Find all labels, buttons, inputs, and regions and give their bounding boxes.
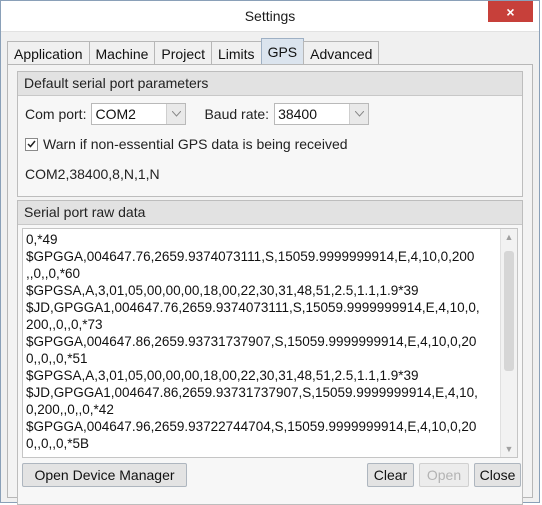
window-title: Settings bbox=[244, 8, 296, 24]
scroll-thumb[interactable] bbox=[504, 251, 514, 371]
raw-data-line: 0,,0,,0,*51 bbox=[26, 351, 88, 366]
raw-data-line: 200,,0,,0,*73 bbox=[26, 317, 103, 332]
raw-data-line: $JD,GPGGA1,004647.76,2659.9374073111,S,1… bbox=[26, 300, 480, 315]
baud-rate-value: 38400 bbox=[278, 106, 318, 122]
raw-data-line: 0,,0,,0,*5B bbox=[26, 436, 90, 451]
raw-data-line: ,,0,,0,*60 bbox=[26, 266, 81, 281]
baud-rate-label: Baud rate: bbox=[204, 106, 270, 122]
raw-data-group: Serial port raw data 0,*49 $GPGGA,004647.… bbox=[17, 200, 523, 505]
settings-window: Settings × Application Machine Project L… bbox=[0, 0, 540, 505]
raw-data-line: $GPGSA,A,3,01,05,00,00,00,18,00,22,30,31… bbox=[26, 283, 419, 298]
tab-advanced[interactable]: Advanced bbox=[303, 41, 380, 65]
raw-data-line: $GPGGA,004647.76,2659.9374073111,S,15059… bbox=[26, 249, 475, 264]
tab-application[interactable]: Application bbox=[7, 41, 90, 65]
com-port-select[interactable]: COM2 bbox=[91, 103, 187, 125]
scroll-up-icon[interactable]: ▲ bbox=[501, 229, 517, 245]
tab-gps[interactable]: GPS bbox=[260, 38, 305, 65]
raw-data-lines: 0,*49 $GPGGA,004647.76,2659.9374073111,S,… bbox=[26, 231, 499, 452]
chevron-down-icon bbox=[166, 104, 186, 124]
open-button[interactable]: Open bbox=[419, 463, 469, 487]
raw-data-line: 0,*49 bbox=[26, 232, 58, 247]
window-close-button[interactable]: × bbox=[488, 1, 533, 22]
raw-data-line: $JD,GPGGA1,004647.86,2659.93731737907,S,… bbox=[26, 385, 478, 400]
com-port-value: COM2 bbox=[95, 106, 136, 122]
raw-data-line: $GPGGA,004647.96,2659.93722744704,S,1505… bbox=[26, 419, 477, 434]
com-port-label: Com port: bbox=[25, 106, 87, 122]
raw-data-scrollbar[interactable]: ▲ ▼ bbox=[500, 229, 517, 457]
clear-button[interactable]: Clear bbox=[367, 463, 414, 487]
tab-limits[interactable]: Limits bbox=[211, 41, 262, 65]
title-bar: Settings × bbox=[1, 1, 539, 32]
tab-content-gps: Default serial port parameters Com port:… bbox=[7, 64, 533, 505]
warn-label: Warn if non-essential GPS data is being … bbox=[43, 136, 348, 152]
tab-machine[interactable]: Machine bbox=[88, 41, 156, 65]
raw-data-header: Serial port raw data bbox=[18, 201, 522, 225]
close-button[interactable]: Close bbox=[474, 463, 521, 487]
warn-checkbox[interactable] bbox=[25, 137, 38, 151]
raw-data-line: $GPGSA,A,3,01,05,00,00,00,18,00,22,30,31… bbox=[26, 368, 419, 383]
raw-data-line: 0,200,,0,,0,*42 bbox=[26, 402, 114, 417]
chevron-down-icon bbox=[349, 104, 369, 124]
raw-data-line: $GPGGA,004647.86,2659.93731737907,S,1505… bbox=[26, 334, 477, 349]
serial-summary: COM2,38400,8,N,1,N bbox=[25, 166, 160, 182]
com-port-row: Com port: COM2 Baud rate: 38400 bbox=[25, 103, 370, 125]
baud-rate-select[interactable]: 38400 bbox=[274, 103, 370, 125]
open-device-manager-button[interactable]: Open Device Manager bbox=[22, 463, 187, 487]
serial-params-group: Default serial port parameters Com port:… bbox=[17, 71, 523, 197]
close-icon: × bbox=[506, 3, 515, 20]
raw-data-textbox[interactable]: 0,*49 $GPGGA,004647.76,2659.9374073111,S,… bbox=[22, 228, 518, 458]
serial-params-header: Default serial port parameters bbox=[18, 72, 522, 96]
warn-row: Warn if non-essential GPS data is being … bbox=[25, 136, 348, 152]
tab-strip: Application Machine Project Limits GPS A… bbox=[7, 37, 533, 65]
checkmark-icon bbox=[27, 140, 36, 148]
tab-project[interactable]: Project bbox=[154, 41, 212, 65]
scroll-down-icon[interactable]: ▼ bbox=[501, 441, 517, 457]
